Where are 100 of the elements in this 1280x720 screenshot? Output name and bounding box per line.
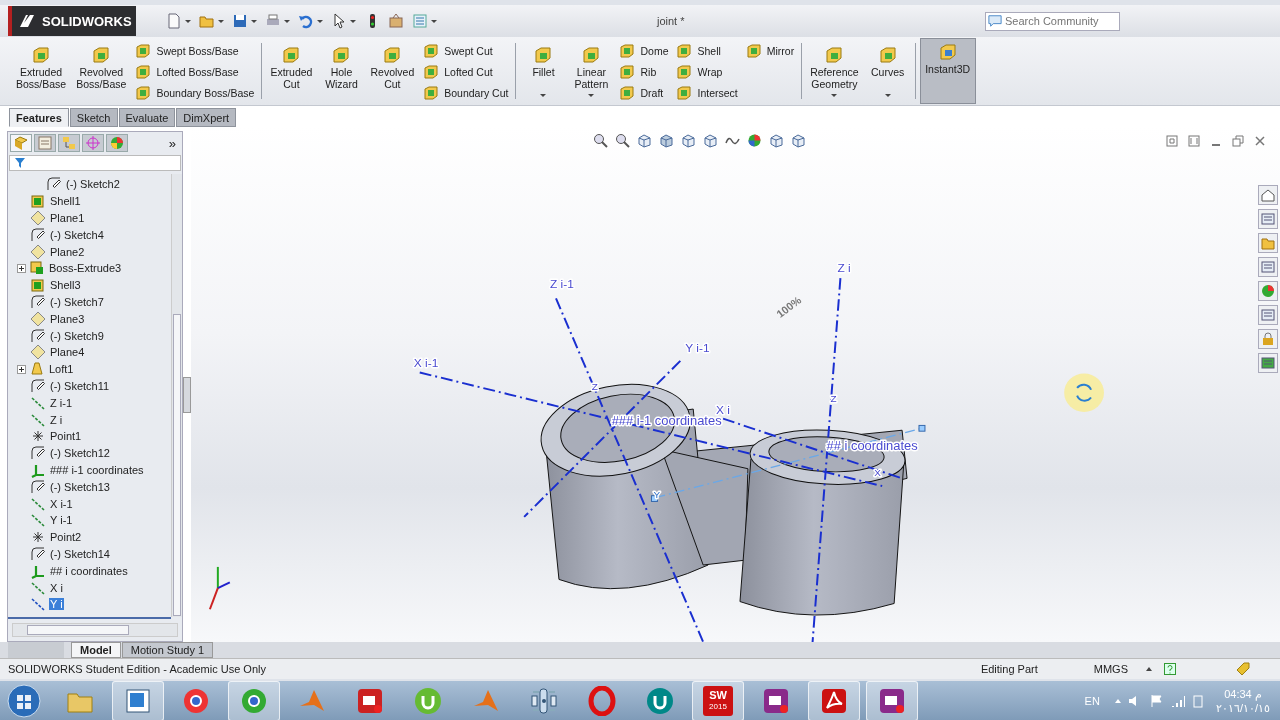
- ribbon-command[interactable]: Intersect: [673, 83, 741, 103]
- command-tab[interactable]: Evaluate: [118, 108, 176, 127]
- panel-splitter-handle[interactable]: [183, 377, 191, 413]
- command-tab[interactable]: Features: [9, 108, 69, 127]
- more-tabs-button[interactable]: »: [168, 135, 176, 151]
- tree-item[interactable]: Point2: [49, 531, 83, 544]
- start-button[interactable]: [6, 682, 42, 719]
- feature-tree-tab[interactable]: [10, 134, 32, 152]
- flag-icon[interactable]: [1148, 693, 1163, 708]
- tree-item[interactable]: Shell1: [49, 195, 82, 208]
- ribbon-button[interactable]: Revolved Boss/Base: [72, 41, 131, 101]
- ribbon-command[interactable]: Wrap: [673, 62, 741, 82]
- tile-vertical-icon[interactable]: [1188, 135, 1200, 149]
- ribbon-command[interactable]: Mirror: [742, 41, 798, 61]
- ribbon-command[interactable]: Lofted Boss/Base: [132, 62, 258, 82]
- ribbon-button[interactable]: Curves: [864, 41, 911, 101]
- note-icon[interactable]: [1258, 305, 1278, 325]
- tree-item[interactable]: (-) Sketch11: [49, 379, 111, 392]
- unit-system[interactable]: MMGS: [1093, 663, 1128, 675]
- display-tab[interactable]: [106, 134, 128, 152]
- tree-item[interactable]: Boss-Extrude3: [48, 262, 123, 275]
- zoom-area-icon[interactable]: [615, 133, 630, 150]
- search-field[interactable]: Search Community: [985, 11, 1120, 31]
- ribbon-command[interactable]: Shell: [673, 41, 741, 61]
- ribbon-command[interactable]: Boundary Cut: [420, 83, 512, 103]
- caret-icon[interactable]: [185, 19, 191, 23]
- taskbar-app[interactable]: [808, 680, 860, 720]
- vertical-scrollbar[interactable]: [171, 174, 182, 617]
- tree-item[interactable]: Z i: [49, 413, 64, 426]
- caret-icon[interactable]: [350, 19, 356, 23]
- command-tab[interactable]: Sketch: [69, 108, 118, 127]
- caret-icon[interactable]: [218, 19, 224, 23]
- filter-field[interactable]: [9, 155, 181, 171]
- taskbar-app[interactable]: SW 2015: [692, 680, 744, 720]
- house-icon[interactable]: [1258, 185, 1278, 205]
- ribbon-command[interactable]: Swept Boss/Base: [132, 41, 258, 61]
- tree-item[interactable]: (-) Sketch9: [49, 329, 105, 342]
- caret-icon[interactable]: [317, 19, 323, 23]
- tree-item[interactable]: Loft1: [48, 363, 75, 376]
- model-tab[interactable]: Model: [71, 642, 121, 658]
- horizontal-scrollbar[interactable]: [12, 623, 178, 637]
- tree-item[interactable]: Plane4: [49, 346, 86, 359]
- caret-icon[interactable]: [431, 19, 437, 23]
- toolbar-button[interactable]: [232, 13, 257, 29]
- help-icon[interactable]: [1164, 663, 1176, 675]
- ribbon-command[interactable]: Boundary Boss/Base: [132, 83, 258, 103]
- caret-icon[interactable]: [884, 94, 891, 97]
- signal-icon[interactable]: [1169, 693, 1186, 708]
- dimxpert-tab[interactable]: [82, 134, 104, 152]
- tree-item[interactable]: Point1: [49, 430, 83, 443]
- taskbar-app[interactable]: [866, 680, 918, 720]
- tree-item[interactable]: (-) Sketch2: [65, 178, 121, 191]
- tree-item[interactable]: X i: [49, 581, 64, 594]
- ribbon-command[interactable]: Dome: [616, 41, 672, 61]
- tree-item[interactable]: Plane1: [49, 212, 86, 224]
- ribbon-button[interactable]: Linear Pattern: [568, 41, 615, 101]
- tree-item[interactable]: Plane2: [49, 245, 86, 258]
- expand-icon[interactable]: [17, 364, 26, 374]
- board-icon[interactable]: [1258, 353, 1278, 373]
- zoom-fit-icon[interactable]: [593, 133, 608, 150]
- expand-icon[interactable]: [17, 263, 26, 273]
- box-icon[interactable]: [1258, 209, 1278, 229]
- ribbon-button[interactable]: Extruded Boss/Base: [12, 41, 71, 101]
- tree-item[interactable]: Z i-1: [49, 396, 73, 409]
- tree-item[interactable]: X i-1: [49, 497, 74, 510]
- caret-icon[interactable]: [284, 19, 290, 23]
- caret-icon[interactable]: [1146, 667, 1152, 671]
- restore-icon[interactable]: [1232, 135, 1244, 149]
- ribbon-command[interactable]: Draft: [616, 83, 672, 103]
- ribbon-command[interactable]: Swept Cut: [420, 41, 512, 61]
- tree-item[interactable]: ### i-1 coordinates: [49, 463, 145, 476]
- ribbon-button[interactable]: Instant3D: [919, 38, 976, 104]
- caret-icon[interactable]: [251, 19, 257, 23]
- toolbar-button[interactable]: [166, 13, 191, 29]
- ribbon-command[interactable]: Rib: [616, 62, 672, 82]
- model-tab[interactable]: Motion Study 1: [121, 642, 214, 658]
- tree-item[interactable]: ## i coordinates: [49, 564, 129, 577]
- ribbon-button[interactable]: Revolved Cut: [366, 41, 419, 101]
- caret-icon[interactable]: [588, 94, 595, 97]
- appearance-icon[interactable]: [747, 133, 762, 150]
- tree-item[interactable]: Shell3: [49, 279, 82, 292]
- caret-icon[interactable]: [831, 94, 838, 97]
- ribbon-button[interactable]: Hole Wizard: [318, 41, 365, 101]
- caret-icon[interactable]: [540, 94, 547, 97]
- tree-item[interactable]: Y i: [49, 598, 64, 611]
- tree-item[interactable]: Plane3: [49, 312, 86, 325]
- ribbon-button[interactable]: Reference Geometry: [806, 41, 863, 101]
- tree-item[interactable]: (-) Sketch12: [49, 447, 111, 460]
- ribbon-button[interactable]: Extruded Cut: [266, 41, 317, 101]
- ribbon-button[interactable]: Fillet: [520, 41, 567, 101]
- tree-item[interactable]: (-) Sketch7: [49, 295, 105, 308]
- tile-horizontal-icon[interactable]: [1166, 135, 1178, 149]
- tree-item[interactable]: Y i-1: [49, 514, 74, 527]
- folder-icon[interactable]: [1258, 233, 1278, 253]
- toolbar-button[interactable]: [331, 13, 356, 29]
- taskbar-app[interactable]: [228, 680, 280, 720]
- tree-item[interactable]: (-) Sketch14: [49, 547, 111, 560]
- tree-item[interactable]: (-) Sketch13: [49, 480, 111, 493]
- properties-tab[interactable]: [34, 134, 56, 152]
- ribbon-command[interactable]: Lofted Cut: [420, 62, 512, 82]
